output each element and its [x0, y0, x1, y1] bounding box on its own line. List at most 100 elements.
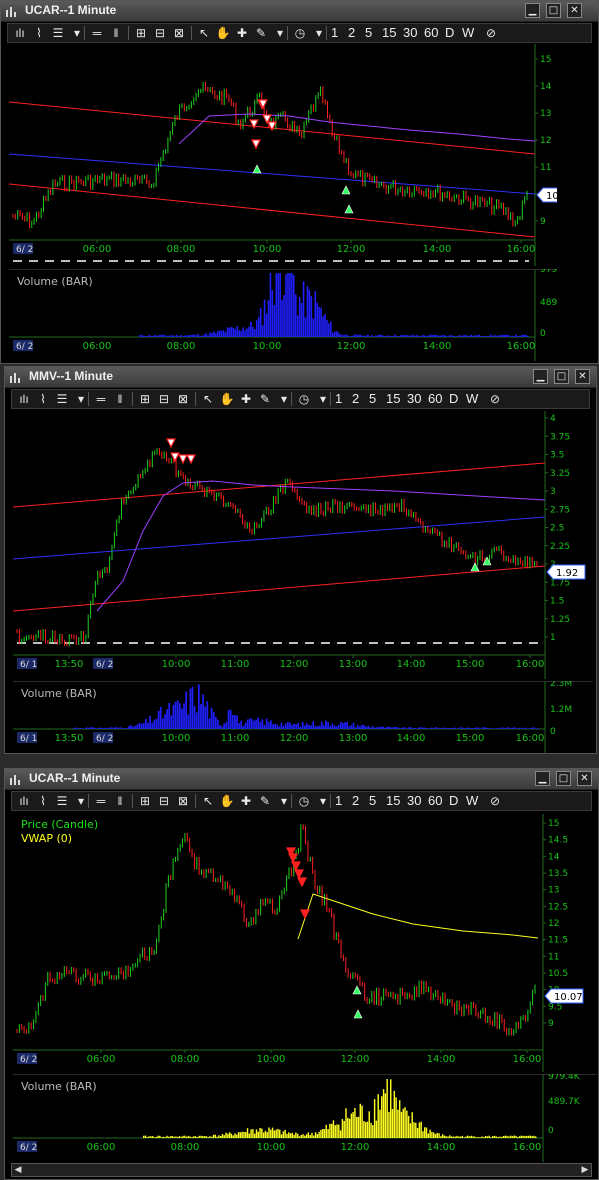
volume-chart[interactable]: Volume (BAR) 979.4K 489.7K 0 06:00 08:00 10:00… — [13, 1074, 597, 1162]
plus-icon[interactable]: ✚ — [238, 391, 254, 407]
timeframe-60-button[interactable]: 60 — [428, 793, 442, 809]
timeframe-5-button[interactable]: 5 — [369, 391, 376, 407]
list-icon[interactable]: ☰ — [50, 25, 66, 41]
close-button[interactable]: ✕ — [577, 771, 592, 786]
pencil-icon[interactable]: ✎ — [253, 25, 269, 41]
price-chart[interactable]: 43.753.53.2532.752.52.2521.751.51.25113:… — [13, 411, 593, 679]
clock-icon[interactable]: ◷ — [296, 391, 312, 407]
zoom-box-icon[interactable]: ⊟ — [156, 793, 172, 809]
dropdown-icon[interactable]: ▾ — [276, 391, 292, 407]
title-bar[interactable]: UCAR--1 Minute ▁ □ ✕ — [1, 1, 598, 22]
dropdown-icon[interactable]: ▾ — [73, 391, 89, 407]
timeframe-w-button[interactable]: W — [466, 391, 478, 407]
hlines-icon[interactable]: ═ — [93, 391, 109, 407]
dropdown-icon[interactable]: ▾ — [272, 25, 288, 41]
timeframe-d-button[interactable]: D — [449, 793, 458, 809]
cancel-icon[interactable]: ⊘ — [483, 25, 499, 41]
cancel-icon[interactable]: ⊘ — [487, 391, 503, 407]
minimize-button[interactable]: ▁ — [533, 369, 548, 384]
crosshair-box-icon[interactable]: ⊞ — [137, 391, 153, 407]
timeframe-2-button[interactable]: 2 — [352, 391, 359, 407]
timeframe-5-button[interactable]: 5 — [369, 793, 376, 809]
scroll-right-icon[interactable]: ▶ — [579, 1164, 591, 1176]
volume-bar — [204, 706, 207, 729]
dropdown-icon[interactable]: ▾ — [315, 793, 331, 809]
cancel-icon[interactable]: ⊘ — [487, 793, 503, 809]
list-icon[interactable]: ☰ — [54, 793, 70, 809]
pan-box-icon[interactable]: ⊠ — [175, 391, 191, 407]
volume-bar — [452, 1136, 455, 1138]
timeframe-30-button[interactable]: 30 — [407, 793, 421, 809]
dropdown-icon[interactable]: ▾ — [315, 391, 331, 407]
hand-icon[interactable]: ✋ — [219, 391, 235, 407]
volume-chart[interactable]: Volume (BAR) 2.3M 1.2M 0 13:50 10:00 11:00 12:0… — [13, 681, 593, 753]
list-icon[interactable]: ☰ — [54, 391, 70, 407]
timeframe-1-button[interactable]: 1 — [331, 25, 338, 41]
volume-chart[interactable]: Volume (BAR) 979.4K 489.7K 0 06:00 08:00 10:00… — [9, 269, 557, 361]
line-chart-icon[interactable]: ⌇ — [31, 25, 47, 41]
hlines-icon[interactable]: ═ — [93, 793, 109, 809]
close-button[interactable]: ✕ — [575, 369, 590, 384]
bar-chart-icon[interactable]: ılı — [16, 793, 32, 809]
timeframe-d-button[interactable]: D — [449, 391, 458, 407]
bar-chart-icon[interactable]: ılı — [16, 391, 32, 407]
crosshair-box-icon[interactable]: ⊞ — [137, 793, 153, 809]
close-button[interactable]: ✕ — [567, 3, 582, 18]
line-chart-icon[interactable]: ⌇ — [35, 793, 51, 809]
hand-icon[interactable]: ✋ — [219, 793, 235, 809]
timeframe-60-button[interactable]: 60 — [424, 25, 438, 41]
timeframe-d-button[interactable]: D — [445, 25, 454, 41]
horizontal-scrollbar[interactable]: ◀ ▶ — [11, 1163, 592, 1177]
timeframe-60-button[interactable]: 60 — [428, 391, 442, 407]
cursor-arrow-icon[interactable]: ↖ — [200, 793, 216, 809]
clock-icon[interactable]: ◷ — [292, 25, 308, 41]
timeframe-15-button[interactable]: 15 — [386, 793, 400, 809]
vlines-icon[interactable]: ‖ — [112, 793, 128, 809]
pencil-icon[interactable]: ✎ — [257, 391, 273, 407]
bar-chart-icon[interactable]: ılı — [12, 25, 28, 41]
timeframe-w-button[interactable]: W — [462, 25, 474, 41]
zoom-box-icon[interactable]: ⊟ — [152, 25, 168, 41]
price-chart[interactable]: 1514.51413.51312.51211.51110.5109.5906:0… — [13, 814, 597, 1072]
plus-icon[interactable]: ✚ — [238, 793, 254, 809]
maximize-button[interactable]: □ — [556, 771, 571, 786]
cursor-arrow-icon[interactable]: ↖ — [200, 391, 216, 407]
volume-bar — [378, 727, 380, 729]
maximize-button[interactable]: □ — [554, 369, 569, 384]
timeframe-1-button[interactable]: 1 — [335, 391, 342, 407]
dropdown-icon[interactable]: ▾ — [69, 25, 85, 41]
timeframe-30-button[interactable]: 30 — [403, 25, 417, 41]
hand-icon[interactable]: ✋ — [215, 25, 231, 41]
timeframe-w-button[interactable]: W — [466, 793, 478, 809]
timeframe-1-button[interactable]: 1 — [335, 793, 342, 809]
cursor-arrow-icon[interactable]: ↖ — [196, 25, 212, 41]
crosshair-box-icon[interactable]: ⊞ — [133, 25, 149, 41]
price-chart[interactable]: 151413121110906:0008:0010:0012:0014:0016… — [9, 44, 557, 266]
minimize-button[interactable]: ▁ — [525, 3, 540, 18]
clock-icon[interactable]: ◷ — [296, 793, 312, 809]
plus-icon[interactable]: ✚ — [234, 25, 250, 41]
dropdown-icon[interactable]: ▾ — [73, 793, 89, 809]
zoom-box-icon[interactable]: ⊟ — [156, 391, 172, 407]
maximize-button[interactable]: □ — [546, 3, 561, 18]
hlines-icon[interactable]: ═ — [89, 25, 105, 41]
scroll-left-icon[interactable]: ◀ — [12, 1164, 24, 1176]
dropdown-icon[interactable]: ▾ — [311, 25, 327, 41]
minimize-button[interactable]: ▁ — [535, 771, 550, 786]
timeframe-15-button[interactable]: 15 — [386, 391, 400, 407]
timeframe-2-button[interactable]: 2 — [348, 25, 355, 41]
vlines-icon[interactable]: ‖ — [112, 391, 128, 407]
title-bar[interactable]: MMV--1 Minute ▁ □ ✕ — [5, 367, 596, 388]
volume-bar — [437, 727, 440, 729]
timeframe-5-button[interactable]: 5 — [365, 25, 372, 41]
dropdown-icon[interactable]: ▾ — [276, 793, 292, 809]
timeframe-30-button[interactable]: 30 — [407, 391, 421, 407]
title-bar[interactable]: UCAR--1 Minute ▁ □ ✕ — [5, 769, 598, 790]
pencil-icon[interactable]: ✎ — [257, 793, 273, 809]
vlines-icon[interactable]: ‖ — [108, 25, 124, 41]
line-chart-icon[interactable]: ⌇ — [35, 391, 51, 407]
pan-box-icon[interactable]: ⊠ — [175, 793, 191, 809]
timeframe-2-button[interactable]: 2 — [352, 793, 359, 809]
timeframe-15-button[interactable]: 15 — [382, 25, 396, 41]
pan-box-icon[interactable]: ⊠ — [171, 25, 187, 41]
